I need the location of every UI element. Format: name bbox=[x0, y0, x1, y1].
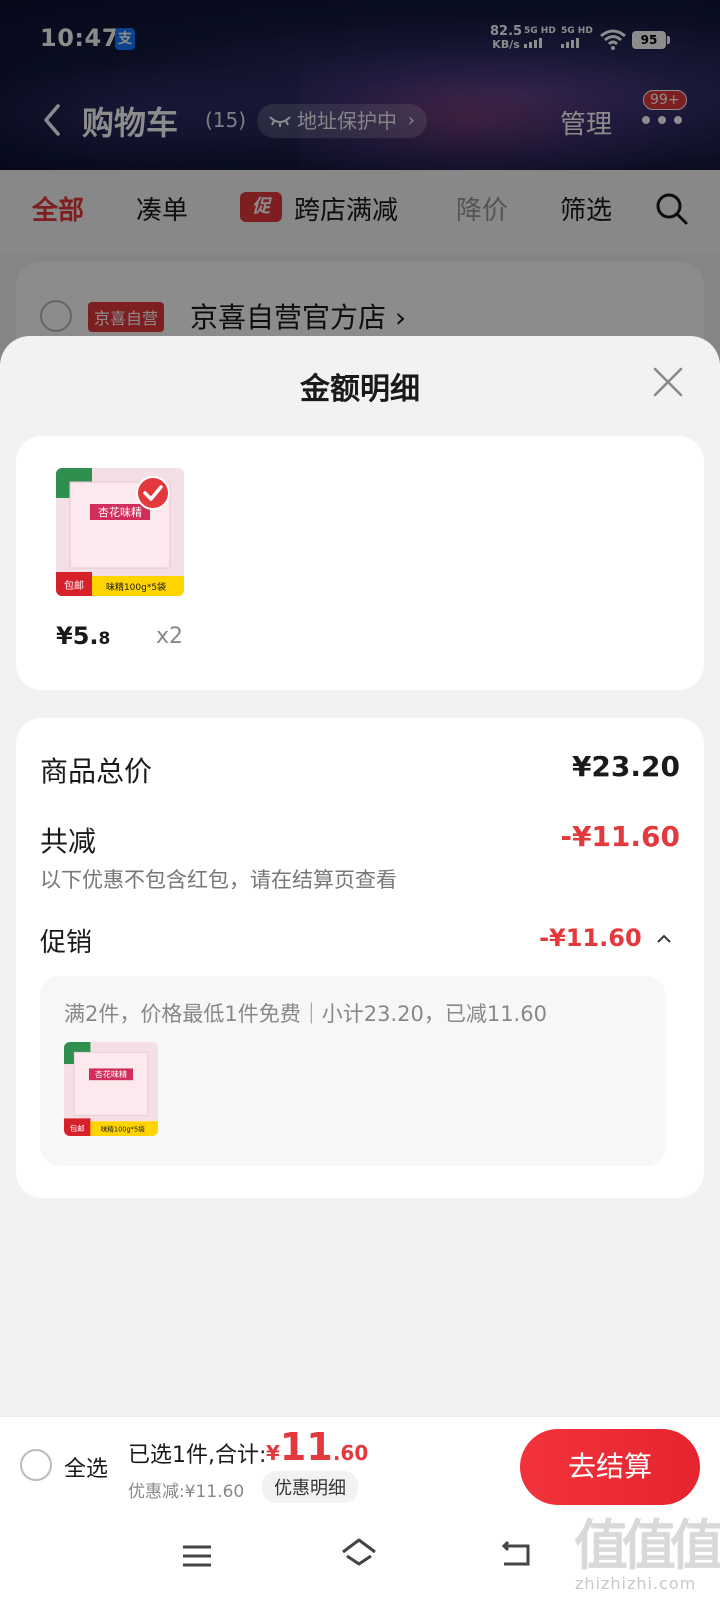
total-price-value: ¥23.20 bbox=[571, 750, 680, 783]
sheet-title: 金额明细 bbox=[300, 372, 420, 407]
promotion-label: 促销 bbox=[40, 928, 93, 958]
svg-text:杏花味精: 杏花味精 bbox=[95, 1069, 127, 1079]
svg-text:味精100g*5袋: 味精100g*5袋 bbox=[101, 1125, 145, 1134]
selected-summary: 已选1件,合计: bbox=[128, 1443, 267, 1468]
checkout-button[interactable]: 去结算 bbox=[520, 1429, 700, 1505]
price-breakdown-card: 商品总价 ¥23.20 共减 -¥11.60 以下优惠不包含红包，请在结算页查看… bbox=[16, 718, 704, 1198]
reduction-note: 以下优惠不包含红包，请在结算页查看 bbox=[40, 868, 397, 892]
close-icon[interactable] bbox=[652, 366, 684, 398]
checkout-bar: 全选 已选1件,合计: ¥11.60 优惠减:¥11.60 优惠明细 去结算 bbox=[0, 1416, 720, 1516]
selected-items-card: 杏花味精 包邮 味精100g*5袋 ¥5.8 x2 bbox=[16, 436, 704, 690]
reduction-label: 共减 bbox=[40, 825, 97, 858]
select-all-label[interactable]: 全选 bbox=[64, 1451, 108, 1483]
promotion-toggle[interactable]: -¥11.60 bbox=[539, 924, 672, 952]
menu-icon[interactable] bbox=[182, 1544, 212, 1568]
amount-detail-sheet: 金额明细 杏花味精 包邮 味精100g*5袋 ¥5.8 x2 商品总价 ¥23.… bbox=[0, 336, 720, 1416]
watermark-logo: 值值值 bbox=[574, 1514, 720, 1577]
select-all-radio[interactable] bbox=[20, 1449, 52, 1481]
svg-text:味精100g*5袋: 味精100g*5袋 bbox=[106, 581, 166, 593]
back-icon[interactable] bbox=[500, 1538, 532, 1568]
total-price-label: 商品总价 bbox=[40, 755, 153, 788]
svg-text:包邮: 包邮 bbox=[70, 1124, 85, 1133]
checked-icon bbox=[136, 476, 170, 510]
promotion-description: 满2件，价格最低1件免费｜小计23.20，已减11.60 bbox=[64, 1002, 547, 1026]
promotion-detail-box: 满2件，价格最低1件免费｜小计23.20，已减11.60 杏花味精 包邮 味精1… bbox=[40, 976, 666, 1166]
discount-detail-button[interactable]: 优惠明细 bbox=[262, 1471, 358, 1503]
product-image: 杏花味精 包邮 味精100g*5袋 bbox=[64, 1042, 158, 1136]
item-price: ¥5.8 bbox=[56, 622, 111, 650]
chevron-up-icon bbox=[657, 934, 671, 943]
item-quantity: x2 bbox=[156, 624, 184, 649]
total-amount: ¥11.60 bbox=[266, 1425, 369, 1469]
reduction-value: -¥11.60 bbox=[560, 820, 680, 853]
svg-text:包邮: 包邮 bbox=[64, 579, 84, 592]
home-icon[interactable] bbox=[340, 1536, 378, 1570]
discount-summary: 优惠减:¥11.60 bbox=[128, 1482, 245, 1502]
watermark-url: zhizhizhi.com bbox=[575, 1574, 697, 1593]
promotion-product-thumbnail: 杏花味精 包邮 味精100g*5袋 bbox=[64, 1042, 158, 1136]
